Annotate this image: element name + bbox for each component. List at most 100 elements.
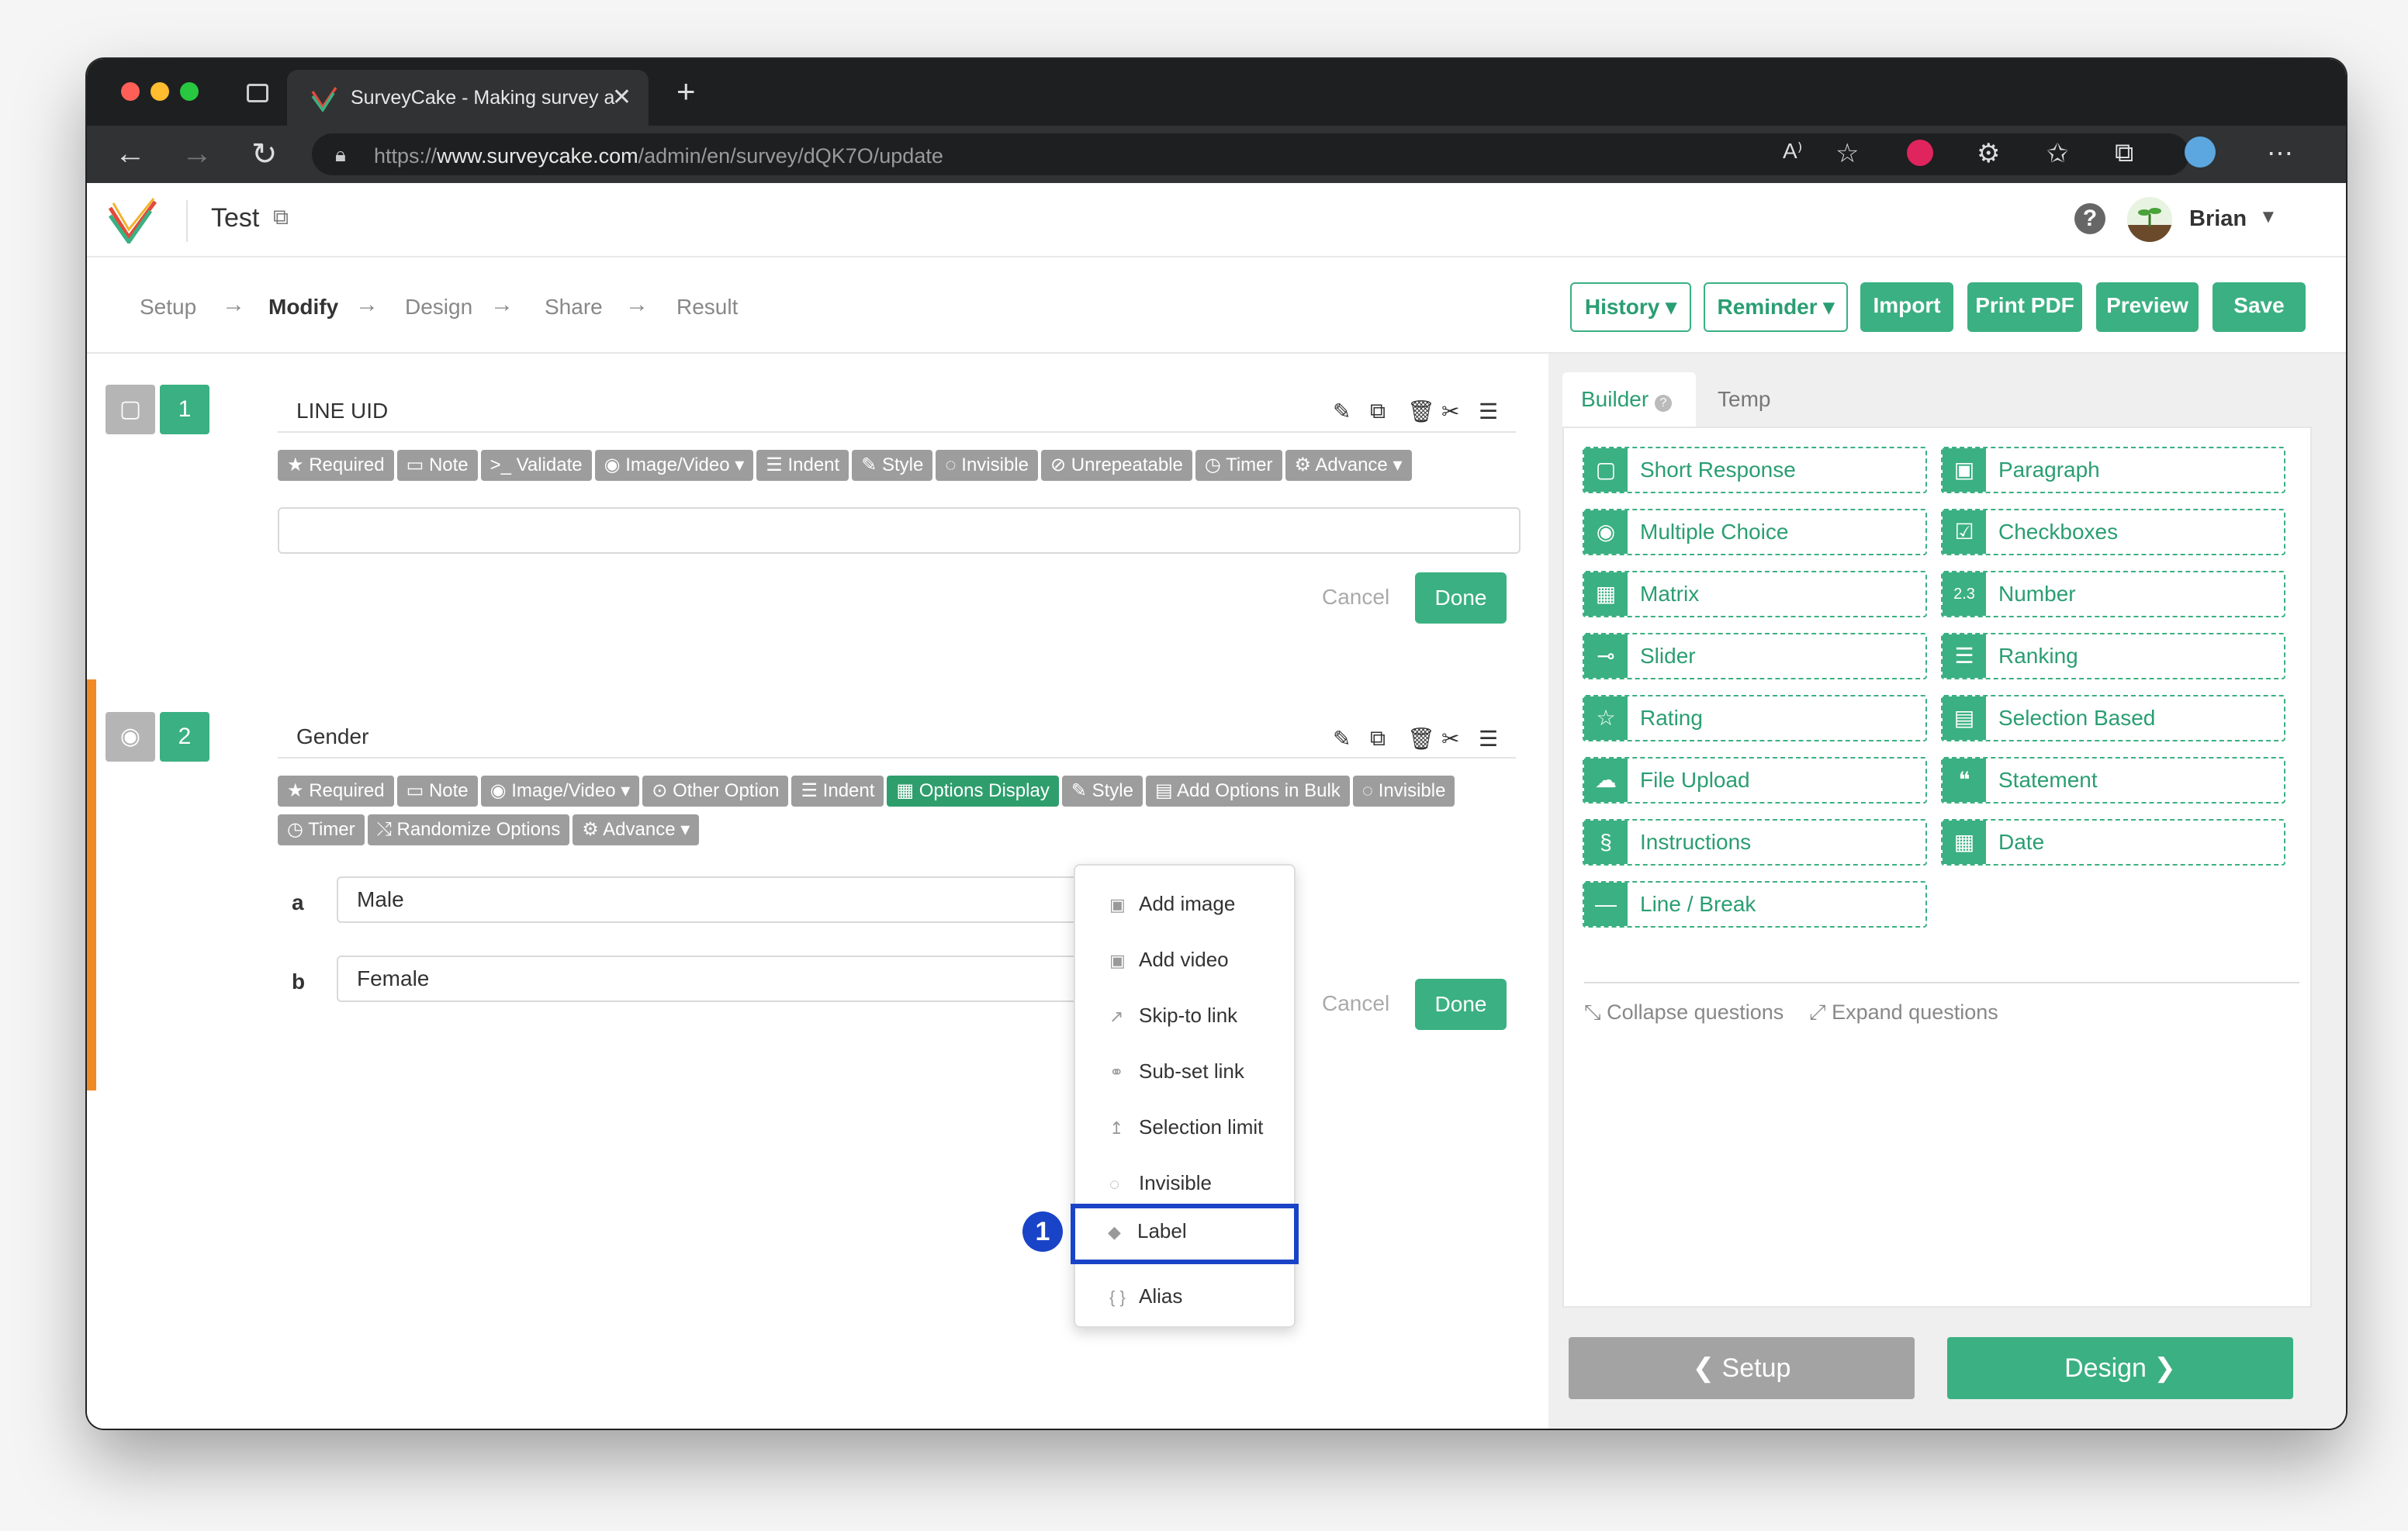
close-window-button[interactable] [121,82,140,101]
options-display-chip[interactable]: ▦ Options Display [887,776,1059,807]
more-icon[interactable]: ⋯ [2267,138,2293,169]
image-video-chip[interactable]: ◉ Image/Video ▾ [480,776,640,807]
builder-item-matrix[interactable]: ▦ Matrix [1583,571,1927,617]
builder-item-multiple-choice[interactable]: ◉ Multiple Choice [1583,509,1927,555]
add-options-bulk-chip[interactable]: ▤ Add Options in Bulk [1145,776,1350,807]
avatar[interactable] [2127,197,2172,242]
extension-icon[interactable] [1907,140,1933,166]
builder-item-file-upload[interactable]: ☁ File Upload [1583,757,1927,804]
required-chip[interactable]: ★ Required [278,450,394,481]
validate-chip[interactable]: >_ Validate [480,450,592,481]
menu-item-invisible[interactable]: ◌ Invisible [1075,1160,1294,1207]
delete-icon[interactable]: 🗑︎ [1407,726,1435,752]
new-tab-icon[interactable]: + [676,73,696,110]
close-tab-icon[interactable]: ✕ [612,84,631,111]
builder-item-number[interactable]: 2.3 Number [1941,571,2285,617]
extensions-icon[interactable]: ⚙ [1977,138,2000,169]
builder-item-date[interactable]: ▦ Date [1941,819,2285,866]
option-input[interactable]: Female [337,956,1081,1002]
image-video-chip[interactable]: ◉ Image/Video ▾ [594,450,754,481]
builder-item-slider[interactable]: ⊸ Slider [1583,633,1927,679]
builder-item-checkboxes[interactable]: ☑ Checkboxes [1941,509,2285,555]
question-title[interactable]: LINE UID [296,399,388,423]
favorite-add-icon[interactable]: ☆ [1835,138,1859,169]
randomize-options-chip[interactable]: ⤭ Randomize Options [367,814,570,845]
maximize-window-button[interactable] [180,82,199,101]
forward-icon[interactable]: → [182,137,213,171]
done-button[interactable]: Done [1415,572,1507,624]
favorites-icon[interactable]: ✩ [2046,138,2069,169]
menu-item-label[interactable]: ◆ Label [1071,1204,1299,1264]
menu-item-skip-to-link[interactable]: ↗ Skip-to link [1075,993,1294,1039]
surveycake-logo[interactable] [106,197,160,244]
help-icon[interactable]: ? [2074,203,2105,234]
preview-button[interactable]: Preview [2096,282,2199,332]
profile-icon[interactable] [2185,137,2216,168]
builder-item-line-break[interactable]: — Line / Break [1583,881,1927,928]
menu-item-selection-limit[interactable]: ↥ Selection limit [1075,1104,1294,1151]
copy-icon[interactable]: ⧉ [1370,399,1386,424]
back-icon[interactable]: ← [115,137,146,171]
indent-chip[interactable]: ☰ Indent [756,450,849,481]
indent-chip[interactable]: ☰ Indent [791,776,884,807]
menu-item-sub-set-link[interactable]: ⚭ Sub-set link [1075,1049,1294,1095]
step-design[interactable]: Design [405,295,472,320]
menu-item-add-video[interactable]: ▣ Add video [1075,937,1294,983]
advance-chip[interactable]: ⚙ Advance ▾ [1285,450,1412,481]
collapse-questions-link[interactable]: ⤡ Collapse questions [1584,1001,1784,1025]
step-share[interactable]: Share [545,295,603,320]
reload-icon[interactable]: ↻ [251,137,278,172]
style-chip[interactable]: ✎ Style [1061,776,1143,807]
step-result[interactable]: Result [676,295,738,320]
other-option-chip[interactable]: ⊙ Other Option [642,776,789,807]
menu-icon[interactable]: ☰ [1479,399,1498,424]
builder-item-paragraph[interactable]: ▣ Paragraph [1941,447,2285,493]
step-modify[interactable]: Modify [268,295,338,320]
user-name[interactable]: Brian [2189,206,2247,232]
collections-icon[interactable]: ⧉ [2115,138,2133,168]
menu-icon[interactable]: ☰ [1479,726,1498,752]
builder-item-rating[interactable]: ☆ Rating [1583,695,1927,741]
copy-icon[interactable]: ⧉ [1370,726,1386,752]
design-next-button[interactable]: Design ❯ [1947,1337,2293,1399]
read-aloud-icon[interactable]: A⁾ [1783,138,1803,164]
scissors-icon[interactable]: ✂ [1441,726,1459,752]
menu-item-add-image[interactable]: ▣ Add image [1075,881,1294,928]
timer-chip[interactable]: ◷ Timer [278,814,365,845]
browser-tab[interactable]: SurveyCake - Making survey a ✕ [287,70,649,126]
tab-builder[interactable]: Builder ? [1562,372,1696,427]
builder-item-instructions[interactable]: § Instructions [1583,819,1927,866]
edit-icon[interactable]: ✎ [1333,726,1351,752]
builder-item-selection-based[interactable]: ▤ Selection Based [1941,695,2285,741]
builder-item-statement[interactable]: ❝ Statement [1941,757,2285,804]
open-external-icon[interactable]: ⧉ [273,205,289,230]
timer-chip[interactable]: ◷ Timer [1195,450,1282,481]
scissors-icon[interactable]: ✂ [1441,399,1459,424]
reminder-button[interactable]: Reminder ▾ [1704,282,1848,332]
cancel-button[interactable]: Cancel [1322,991,1389,1016]
save-button[interactable]: Save [2213,282,2306,332]
note-chip[interactable]: ▭ Note [396,776,478,807]
advance-chip[interactable]: ⚙ Advance ▾ [573,814,700,845]
expand-questions-link[interactable]: ⤢ Expand questions [1809,1001,1998,1025]
user-menu-chevron-icon[interactable]: ▼ [2259,206,2278,228]
done-button[interactable]: Done [1415,979,1507,1030]
note-chip[interactable]: ▭ Note [396,450,478,481]
builder-item-ranking[interactable]: ☰ Ranking [1941,633,2285,679]
setup-back-button[interactable]: ❮ Setup [1569,1337,1915,1399]
step-setup[interactable]: Setup [140,295,196,320]
history-button[interactable]: History ▾ [1570,282,1691,332]
builder-item-short-response[interactable]: ▢ Short Response [1583,447,1927,493]
menu-item-alias[interactable]: { } Alias [1075,1274,1294,1320]
invisible-chip[interactable]: ◌ Invisible [1352,776,1455,807]
tab-temp[interactable]: Temp [1699,372,1789,427]
delete-icon[interactable]: 🗑︎ [1407,399,1435,424]
required-chip[interactable]: ★ Required [278,776,394,807]
invisible-chip[interactable]: ◌ Invisible [936,450,1038,481]
tab-actions-icon[interactable] [247,84,268,102]
cancel-button[interactable]: Cancel [1322,585,1389,610]
unrepeatable-chip[interactable]: ⊘ Unrepeatable [1041,450,1192,481]
edit-icon[interactable]: ✎ [1333,399,1351,424]
print-pdf-button[interactable]: Print PDF [1967,282,2082,332]
option-input[interactable]: Male [337,876,1081,923]
